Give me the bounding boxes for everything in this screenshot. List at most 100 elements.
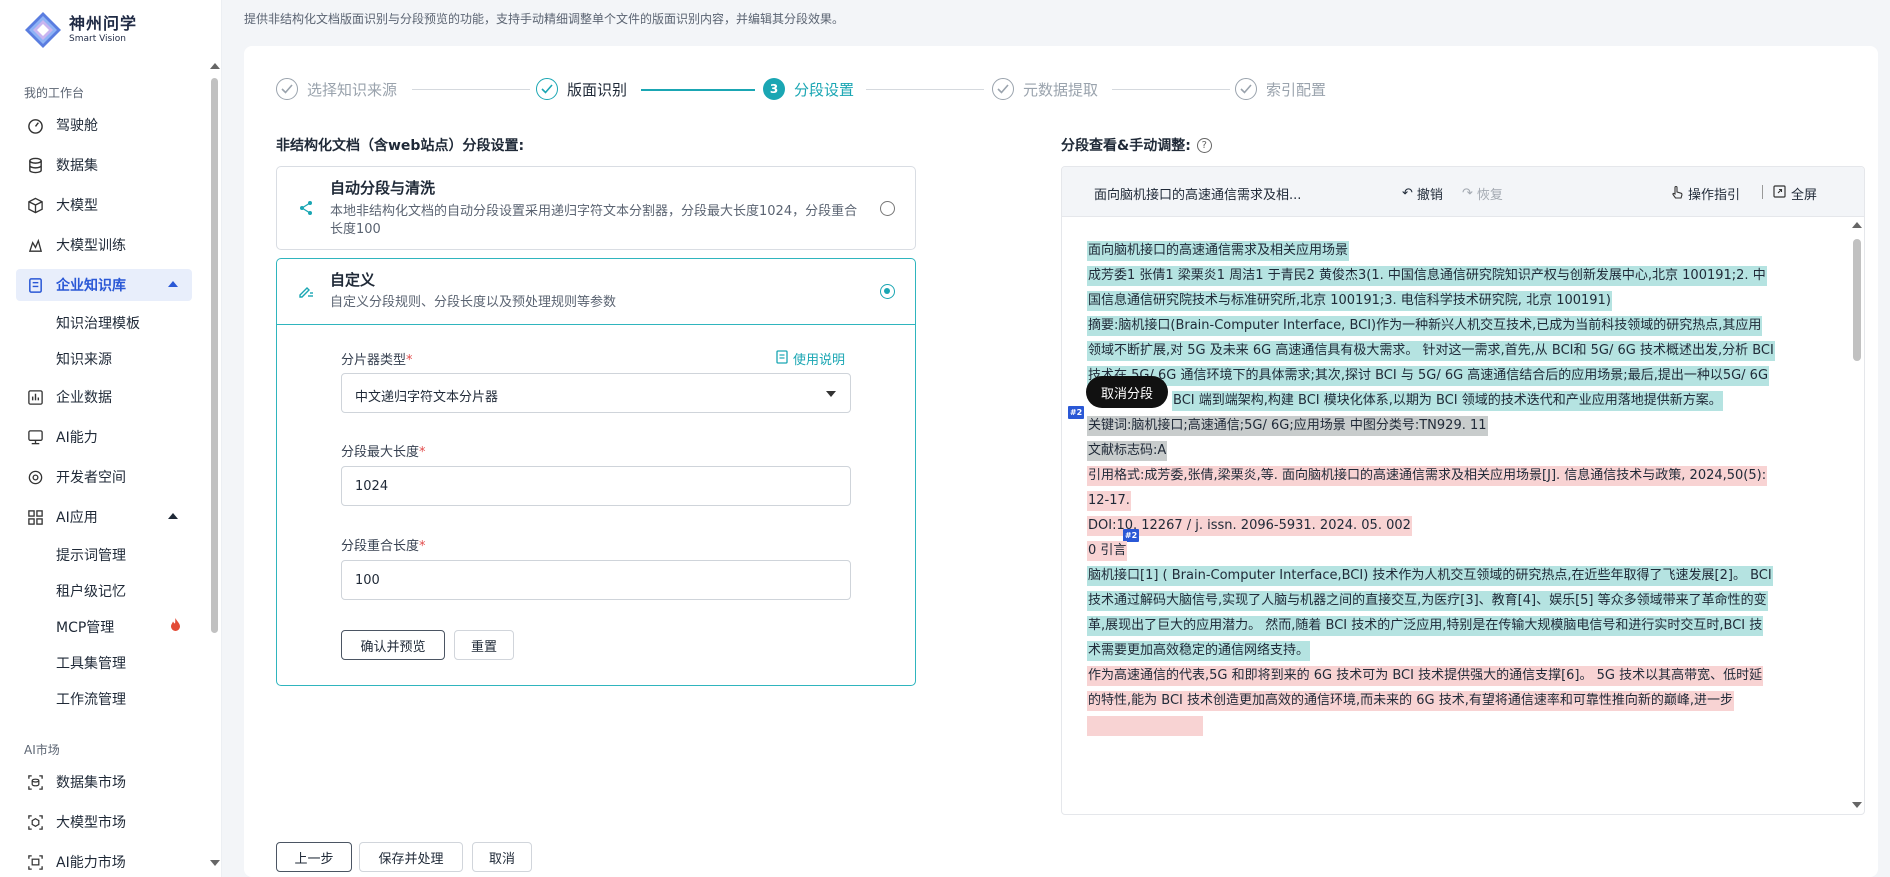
sidebar-item-model-market[interactable]: 大模型市场 <box>16 806 192 838</box>
auto-segment-desc: 本地非结构化文档的自动分段设置采用递归字符文本分割器，分段最大长度1024，分段… <box>330 204 858 237</box>
splitter-type-label: 分片器类型* <box>341 353 413 368</box>
segment-tag: #2 <box>1068 406 1084 419</box>
custom-segment-desc: 自定义分段规则、分段长度以及预处理规则等参数 <box>330 295 617 310</box>
text-line[interactable]: 脑机接口[1] ( Brain-Computer Interface,BCI) … <box>1087 566 1773 586</box>
scroll-up-icon[interactable] <box>210 63 220 69</box>
reset-button[interactable]: 重置 <box>454 630 514 660</box>
sidebar-subitem-knowledge-template[interactable]: 知识治理模板 <box>56 313 140 333</box>
step-index-config[interactable]: 索引配置 <box>1235 78 1326 100</box>
custom-divider <box>277 324 915 325</box>
text-line[interactable]: 关键词:脑机接口;高速通信;5G/ 6G;应用场景 中图分类号:TN929. 1… <box>1087 416 1488 436</box>
splitter-type-select[interactable]: 中文递归字符文本分片器 <box>341 373 851 413</box>
sidebar-subitem-knowledge-source[interactable]: 知识来源 <box>56 349 112 369</box>
segment-preview-panel: 面向脑机接口的高速通信需求及相... ↶ 撤销 ↷ 恢复 操作指引 全屏 面向脑… <box>1061 166 1865 815</box>
step-segment-settings[interactable]: 3 分段设置 <box>763 78 854 100</box>
previous-step-button[interactable]: 上一步 <box>276 842 352 872</box>
text-line[interactable]: 作为高速通信的代表,5G 和即将到来的 6G 技术可为 BCI 技术提供强大的通… <box>1087 666 1764 686</box>
text-line[interactable]: 成芳委1 张倩1 梁栗炎1 周洁1 于青民2 黄俊杰3(1. 中国信息通信研究院… <box>1087 266 1767 286</box>
segment-settings-title: 非结构化文档（含web站点）分段设置: <box>276 138 525 154</box>
text-line[interactable]: 面向脑机接口的高速通信需求及相关应用场景 <box>1087 241 1350 261</box>
nav-section-ai-market: AI市场 <box>24 743 60 757</box>
preview-content[interactable]: 面向脑机接口的高速通信需求及相关应用场景 成芳委1 张倩1 梁栗炎1 周洁1 于… <box>1062 218 1848 814</box>
text-line[interactable]: BCI 端到端架构,构建 BCI 模块化体系,以期为 BCI 领域的技术迭代和产… <box>1172 391 1723 411</box>
step-label: 选择知识来源 <box>307 80 398 99</box>
sidebar-subitem-workflow-management[interactable]: 工作流管理 <box>56 689 126 709</box>
step-metadata-extraction[interactable]: 元数据提取 <box>992 78 1098 100</box>
document-title[interactable]: 面向脑机接口的高速通信需求及相... <box>1094 184 1301 203</box>
operation-guide-button[interactable]: 操作指引 <box>1671 184 1740 203</box>
sidebar-item-model-training[interactable]: 大模型训练 <box>16 229 192 261</box>
text-line[interactable]: 革,展现出了巨大的应用潜力。 然而,随着 BCI 技术的广泛应用,特别是在传输大… <box>1087 616 1764 636</box>
fire-icon <box>169 617 182 636</box>
step-check-icon <box>992 78 1014 100</box>
sidebar-item-ai-ability[interactable]: AI能力 <box>16 421 192 453</box>
text-line[interactable]: 技术通过解码大脑信号,实现了人脑与机器之间的直接交互,为医疗[3]、教育[4]、… <box>1087 591 1768 611</box>
scroll-down-icon[interactable] <box>210 860 220 866</box>
text-line[interactable]: 摘要:脑机接口(Brain-Computer Interface, BCI)作为… <box>1087 316 1763 336</box>
edit-list-icon <box>297 281 315 299</box>
preview-scroll-thumb[interactable] <box>1853 239 1861 361</box>
usage-guide-link[interactable]: 使用说明 <box>776 349 845 368</box>
sidebar-item-cockpit[interactable]: 驾驶舱 <box>16 109 192 141</box>
sidebar-subitem-tenant-memory[interactable]: 租户级记忆 <box>56 581 126 601</box>
max-length-label: 分段最大长度* <box>341 445 426 460</box>
cancel-segment-popup[interactable]: 取消分段 <box>1086 376 1168 408</box>
sidebar-scroll-thumb[interactable] <box>211 78 218 633</box>
sidebar-item-developer-space[interactable]: 开发者空间 <box>16 461 192 493</box>
custom-segment-radio[interactable] <box>880 284 895 299</box>
redo-icon: ↷ <box>1462 186 1473 201</box>
undo-button[interactable]: ↶ 撤销 <box>1402 184 1443 203</box>
scroll-up-icon[interactable] <box>1852 222 1862 228</box>
step-connector <box>412 89 530 90</box>
text-line[interactable]: 国信息通信研究院技术与标准研究所,北京 100191;3. 电信科学技术研究院,… <box>1087 291 1612 311</box>
sidebar-subitem-prompt-management[interactable]: 提示词管理 <box>56 545 126 565</box>
text-line[interactable]: 12-17. <box>1087 491 1131 511</box>
auto-segment-radio[interactable] <box>880 201 895 216</box>
sidebar-scrollbar[interactable] <box>210 60 220 866</box>
sidebar-item-model[interactable]: 大模型 <box>16 189 192 221</box>
confirm-preview-button[interactable]: 确认并预览 <box>341 630 445 660</box>
sidebar-subitem-mcp-management[interactable]: MCP管理 <box>56 617 114 637</box>
auto-segment-option[interactable]: 自动分段与清洗 本地非结构化文档的自动分段设置采用递归字符文本分割器，分段最大长… <box>276 166 916 250</box>
text-line-partial <box>1087 716 1203 736</box>
developer-icon <box>26 468 44 486</box>
text-line[interactable]: 文献标志码:A <box>1087 441 1168 461</box>
step-select-source[interactable]: 选择知识来源 <box>276 78 397 100</box>
overlap-length-input[interactable]: 100 <box>341 560 851 600</box>
max-length-input[interactable]: 1024 <box>341 466 851 506</box>
sidebar-item-ai-apps[interactable]: AI应用 <box>16 501 192 533</box>
page-description: 提供非结构化文档版面识别与分段预览的功能，支持手动精细调整单个文件的版面识别内容… <box>244 12 845 26</box>
step-check-icon <box>536 78 558 100</box>
custom-segment-title: 自定义 <box>330 271 376 289</box>
collapse-caret-icon[interactable] <box>168 281 178 287</box>
cancel-button[interactable]: 取消 <box>472 842 532 872</box>
brand-logo[interactable]: 神州问学 Smart Vision <box>23 10 137 50</box>
scroll-down-icon[interactable] <box>1852 802 1862 808</box>
preview-scrollbar[interactable] <box>1850 217 1864 814</box>
sidebar-item-enterprise-data[interactable]: 企业数据 <box>16 381 192 413</box>
fullscreen-button[interactable]: 全屏 <box>1773 184 1817 203</box>
text-line[interactable]: 术需要更加高效稳定的通信网络支持。 <box>1087 641 1311 661</box>
auto-segment-title: 自动分段与清洗 <box>330 179 436 197</box>
redo-button[interactable]: ↷ 恢复 <box>1462 184 1503 203</box>
usage-guide-text: 使用说明 <box>793 353 846 368</box>
text-line[interactable]: 的特性,能为 BCI 技术创造更加高效的通信环境,而未来的 6G 技术,有望将通… <box>1087 691 1735 711</box>
sidebar-item-dataset-market[interactable]: 数据集市场 <box>16 766 192 798</box>
knowledge-base-icon <box>26 276 44 294</box>
help-circle-icon[interactable]: ? <box>1196 137 1212 153</box>
pointer-hand-icon <box>1671 185 1683 203</box>
text-line[interactable]: 领域不断扩展,对 5G 及未来 6G 高速通信具有极大需求。 针对这一需求,首先… <box>1087 341 1775 361</box>
monitor-icon <box>26 428 44 446</box>
model-market-icon <box>26 813 44 831</box>
text-line[interactable]: 技术在 5G/ 6G 通信环境下的具体需求;其次,探讨 BCI 与 5G/ 6G… <box>1087 366 1770 386</box>
text-line[interactable]: 引用格式:成芳委,张倩,梁栗炎,等. 面向脑机接口的高速通信需求及相关应用场景[… <box>1087 466 1768 486</box>
sidebar-subitem-toolset-management[interactable]: 工具集管理 <box>56 653 126 673</box>
save-process-button[interactable]: 保存并处理 <box>359 842 463 872</box>
step-layout-recognition[interactable]: 版面识别 <box>536 78 627 100</box>
sidebar-item-knowledge-base[interactable]: 企业知识库 <box>16 269 192 301</box>
sidebar-item-ai-ability-market[interactable]: AI能力市场 <box>16 846 192 877</box>
sidebar-item-dataset[interactable]: 数据集 <box>16 149 192 181</box>
text-line[interactable]: 0 引言 <box>1087 541 1128 561</box>
sidebar-item-label: 企业知识库 <box>56 278 126 294</box>
collapse-caret-icon[interactable] <box>168 513 178 519</box>
